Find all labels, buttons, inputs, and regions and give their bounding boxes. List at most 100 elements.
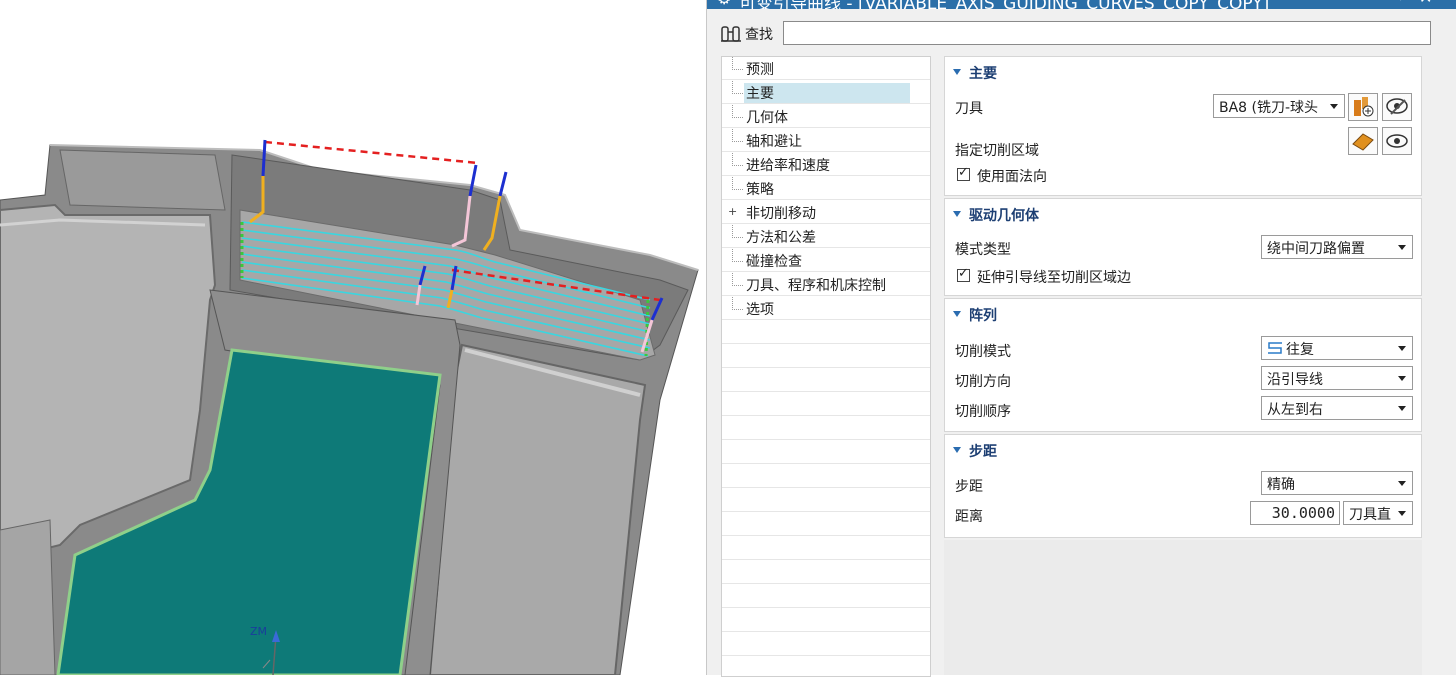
cut-mode-value: 往复 bbox=[1286, 342, 1314, 358]
cut-order-label: 切削顺序 bbox=[955, 404, 1011, 420]
tree-item-collision-check[interactable]: 碰撞检查 bbox=[722, 249, 930, 272]
section-drive-header[interactable]: 驱动几何体 bbox=[953, 205, 1039, 224]
chevron-down-icon bbox=[1330, 104, 1338, 109]
zigzag-pattern-icon bbox=[1268, 342, 1282, 354]
tree-empty-row bbox=[722, 369, 930, 392]
display-cut-area-button[interactable] bbox=[1382, 127, 1412, 155]
section-main: 主要 刀具 BA8 (铣刀-球头 指定切削区域 ✓ 使用面法向 bbox=[944, 56, 1422, 196]
stepover-label: 步距 bbox=[955, 479, 983, 495]
distance-label: 距离 bbox=[955, 509, 983, 525]
chevron-down-icon bbox=[1398, 406, 1406, 411]
tree-empty-row bbox=[722, 537, 930, 560]
distance-input[interactable]: 30.0000 bbox=[1250, 501, 1340, 525]
section-title: 步距 bbox=[969, 444, 997, 460]
cut-order-select[interactable]: 从左到右 bbox=[1261, 396, 1413, 420]
distance-unit-select[interactable]: 刀具直 bbox=[1343, 501, 1413, 525]
collapse-icon bbox=[953, 211, 961, 217]
section-stepover-header[interactable]: 步距 bbox=[953, 441, 997, 460]
tree-empty-row bbox=[722, 657, 930, 676]
eye-icon bbox=[1386, 134, 1408, 148]
tool-select[interactable]: BA8 (铣刀-球头 bbox=[1213, 94, 1345, 118]
find-row: 查找 bbox=[719, 20, 1431, 48]
find-label: 查找 bbox=[745, 27, 773, 43]
use-face-normal-label: 使用面法向 bbox=[977, 169, 1047, 185]
select-face-icon bbox=[1352, 133, 1374, 151]
tool-label: 刀具 bbox=[955, 101, 983, 117]
pin-icon[interactable]: ✦ bbox=[1395, 0, 1407, 5]
title-bar[interactable]: ⚙ 可变引导曲线 - [VARIABLE_AXIS_GUIDING_CURVES… bbox=[707, 0, 1456, 9]
tree-item-non-cutting-moves[interactable]: + 非切削移动 bbox=[722, 201, 930, 224]
tree-item-axis-avoidance[interactable]: 轴和避让 bbox=[722, 129, 930, 152]
edit-tool-icon bbox=[1386, 98, 1408, 115]
stepover-value: 精确 bbox=[1267, 477, 1295, 493]
stepover-select[interactable]: 精确 bbox=[1261, 471, 1413, 495]
section-array-header[interactable]: 阵列 bbox=[953, 305, 997, 324]
cut-area-label: 指定切削区域 bbox=[955, 143, 1039, 159]
collapse-icon bbox=[953, 69, 961, 75]
tree-item-label: 刀具、程序和机床控制 bbox=[746, 278, 886, 294]
expand-icon[interactable]: + bbox=[728, 206, 737, 217]
use-face-normal-checkbox[interactable]: ✓ bbox=[957, 165, 970, 181]
tree-item-feeds-speeds[interactable]: 进给率和速度 bbox=[722, 153, 930, 176]
tree-item-label: 策略 bbox=[746, 182, 774, 198]
dialog-title: 可变引导曲线 - [VARIABLE_AXIS_GUIDING_CURVES_C… bbox=[739, 0, 1269, 9]
tree-item-tool-program-machine[interactable]: 刀具、程序和机床控制 bbox=[722, 273, 930, 296]
section-array: 阵列 切削模式 往复 切削方向 沿引导线 切削顺序 从左到右 bbox=[944, 298, 1422, 432]
close-icon[interactable]: ✕ bbox=[1419, 0, 1432, 7]
tree-empty-row bbox=[722, 465, 930, 488]
tree-item-prediction[interactable]: 预测 bbox=[722, 57, 930, 80]
tree-empty-row bbox=[722, 489, 930, 512]
binoculars-icon bbox=[721, 26, 741, 42]
operation-dialog: ⚙ 可变引导曲线 - [VARIABLE_AXIS_GUIDING_CURVES… bbox=[706, 0, 1456, 677]
tree-item-options[interactable]: 选项 bbox=[722, 297, 930, 320]
cut-direction-label: 切削方向 bbox=[955, 374, 1011, 390]
tree-item-label: 非切削移动 bbox=[746, 206, 816, 222]
tree-item-method-tolerance[interactable]: 方法和公差 bbox=[722, 225, 930, 248]
cut-order-value: 从左到右 bbox=[1267, 402, 1323, 418]
cut-direction-select[interactable]: 沿引导线 bbox=[1261, 366, 1413, 390]
navigation-tree: 预测 主要 几何体 轴和避让 进给率和速度 策略 + 非切削移动 方法和公差 碰… bbox=[721, 56, 931, 677]
tree-empty-row bbox=[722, 393, 930, 416]
tree-item-label: 主要 bbox=[744, 83, 910, 103]
new-tool-button[interactable] bbox=[1348, 93, 1378, 121]
distance-unit-value: 刀具直 bbox=[1349, 507, 1391, 523]
extend-guide-label: 延伸引导线至切削区域边 bbox=[977, 270, 1131, 286]
pattern-type-label: 模式类型 bbox=[955, 242, 1011, 258]
triad-label: ZM bbox=[250, 625, 268, 638]
collapse-icon bbox=[953, 447, 961, 453]
tree-item-label: 方法和公差 bbox=[746, 230, 816, 246]
tree-item-label: 几何体 bbox=[746, 110, 788, 126]
section-drive-geometry: 驱动几何体 模式类型 绕中间刀路偏置 ✓ 延伸引导线至切削区域边 bbox=[944, 198, 1422, 296]
cut-mode-select[interactable]: 往复 bbox=[1261, 336, 1413, 360]
new-tool-icon bbox=[1354, 97, 1374, 117]
cut-mode-label: 切削模式 bbox=[955, 344, 1011, 360]
chevron-down-icon bbox=[1398, 346, 1406, 351]
tree-empty-row bbox=[722, 441, 930, 464]
section-main-header[interactable]: 主要 bbox=[953, 63, 997, 82]
tree-item-label: 进给率和速度 bbox=[746, 158, 830, 174]
extend-guide-checkbox[interactable]: ✓ bbox=[957, 266, 970, 282]
tree-item-geometry[interactable]: 几何体 bbox=[722, 105, 930, 128]
tree-item-label: 预测 bbox=[746, 62, 774, 78]
graphics-viewport[interactable]: ZM bbox=[0, 0, 706, 675]
tree-empty-row bbox=[722, 513, 930, 536]
tree-empty-row bbox=[722, 633, 930, 656]
tree-item-strategy[interactable]: 策略 bbox=[722, 177, 930, 200]
section-title: 主要 bbox=[969, 66, 997, 82]
tree-item-main[interactable]: 主要 bbox=[722, 81, 930, 104]
tree-empty-row bbox=[722, 609, 930, 632]
section-title: 阵列 bbox=[969, 308, 997, 324]
dialog-empty-area bbox=[944, 540, 1422, 675]
part-model bbox=[0, 139, 699, 675]
tree-empty-row bbox=[722, 561, 930, 584]
cut-direction-value: 沿引导线 bbox=[1267, 372, 1323, 388]
tool-value: BA8 (铣刀-球头 bbox=[1219, 100, 1319, 116]
chevron-down-icon bbox=[1398, 481, 1406, 486]
collapse-icon bbox=[953, 311, 961, 317]
tree-item-label: 选项 bbox=[746, 302, 774, 318]
find-input[interactable] bbox=[783, 21, 1431, 45]
edit-tool-button[interactable] bbox=[1382, 93, 1412, 121]
gear-icon[interactable]: ⚙ bbox=[717, 0, 731, 8]
select-cut-area-button[interactable] bbox=[1348, 127, 1378, 155]
pattern-type-select[interactable]: 绕中间刀路偏置 bbox=[1261, 235, 1413, 259]
